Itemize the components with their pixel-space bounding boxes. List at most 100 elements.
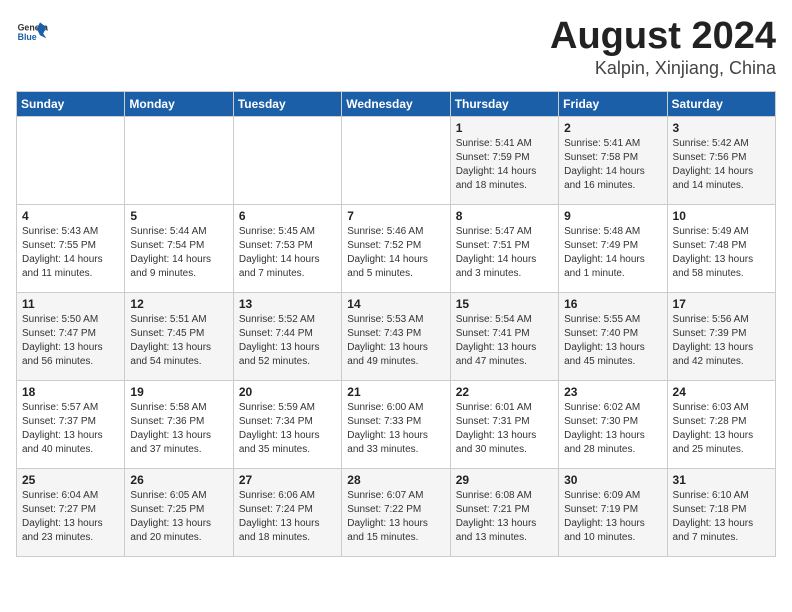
day-cell: 25Sunrise: 6:04 AMSunset: 7:27 PMDayligh… [17, 468, 125, 556]
day-number: 15 [456, 297, 553, 311]
day-cell: 12 Sunrise: 5:51 AMSunset: 7:45 PMDayligh… [125, 292, 233, 380]
day-number: 8 [456, 209, 553, 223]
day-cell: 22 Sunrise: 6:01 AMSunset: 7:31 PMDayligh… [450, 380, 558, 468]
day-info: Sunrise: 6:02 AMSunset: 7:30 PMDaylight:… [564, 401, 661, 457]
day-cell: 29 Sunrise: 6:08 AMSunset: 7:21 PMDayligh… [450, 468, 558, 556]
day-cell: 16 Sunrise: 5:55 AMSunset: 7:40 PMDayligh… [559, 292, 667, 380]
day-info: Sunrise: 5:57 AMSunset: 7:37 PMDaylight:… [22, 401, 119, 457]
day-number: 26 [130, 473, 227, 487]
day-cell: 31 Sunrise: 6:10 AMSunset: 7:18 PMDayligh… [667, 468, 775, 556]
day-number: 4 [22, 209, 119, 223]
day-info: Sunrise: 5:51 AMSunset: 7:45 PMDaylight:… [130, 313, 227, 369]
day-cell: 14 Sunrise: 5:53 AMSunset: 7:43 PMDayligh… [342, 292, 450, 380]
day-number: 30 [564, 473, 661, 487]
day-info: Sunrise: 5:58 AMSunset: 7:36 PMDaylight:… [130, 401, 227, 457]
day-info: Sunrise: 5:48 AMSunset: 7:49 PMDaylight:… [564, 225, 661, 281]
day-number: 3 [673, 121, 770, 135]
day-info: Sunrise: 5:46 AMSunset: 7:52 PMDaylight:… [347, 225, 444, 281]
day-info: Sunrise: 5:53 AMSunset: 7:43 PMDaylight:… [347, 313, 444, 369]
day-info: Sunrise: 6:06 AMSunset: 7:24 PMDaylight:… [239, 489, 336, 545]
day-cell: 30Sunrise: 6:09 AMSunset: 7:19 PMDayligh… [559, 468, 667, 556]
day-info: Sunrise: 5:43 AMSunset: 7:55 PMDaylight:… [22, 225, 119, 281]
day-cell: 11 Sunrise: 5:50 AMSunset: 7:47 PMDayligh… [17, 292, 125, 380]
day-number: 9 [564, 209, 661, 223]
day-cell: 26Sunrise: 6:05 AMSunset: 7:25 PMDayligh… [125, 468, 233, 556]
day-cell [233, 116, 341, 204]
header-tuesday: Tuesday [233, 91, 341, 116]
day-cell: 6 Sunrise: 5:45 AMSunset: 7:53 PMDaylight… [233, 204, 341, 292]
day-number: 20 [239, 385, 336, 399]
day-cell: 7 Sunrise: 5:46 AMSunset: 7:52 PMDaylight… [342, 204, 450, 292]
week-row-4: 18 Sunrise: 5:57 AMSunset: 7:37 PMDayligh… [17, 380, 776, 468]
day-info: Sunrise: 6:03 AMSunset: 7:28 PMDaylight:… [673, 401, 770, 457]
header-thursday: Thursday [450, 91, 558, 116]
page-header: General Blue August 2024 Kalpin, Xinjian… [16, 16, 776, 79]
week-row-2: 4 Sunrise: 5:43 AMSunset: 7:55 PMDaylight… [17, 204, 776, 292]
day-cell: 20 Sunrise: 5:59 AMSunset: 7:34 PMDayligh… [233, 380, 341, 468]
day-number: 14 [347, 297, 444, 311]
day-cell: 2Sunrise: 5:41 AMSunset: 7:58 PMDaylight… [559, 116, 667, 204]
day-cell: 24Sunrise: 6:03 AMSunset: 7:28 PMDayligh… [667, 380, 775, 468]
day-info: Sunrise: 5:59 AMSunset: 7:34 PMDaylight:… [239, 401, 336, 457]
calendar-header-row: SundayMondayTuesdayWednesdayThursdayFrid… [17, 91, 776, 116]
header-wednesday: Wednesday [342, 91, 450, 116]
week-row-1: 1Sunrise: 5:41 AMSunset: 7:59 PMDaylight… [17, 116, 776, 204]
svg-text:Blue: Blue [18, 32, 37, 42]
day-info: Sunrise: 6:10 AMSunset: 7:18 PMDaylight:… [673, 489, 770, 545]
header-saturday: Saturday [667, 91, 775, 116]
day-number: 1 [456, 121, 553, 135]
day-cell: 5 Sunrise: 5:44 AMSunset: 7:54 PMDaylight… [125, 204, 233, 292]
calendar-table: SundayMondayTuesdayWednesdayThursdayFrid… [16, 91, 776, 557]
day-cell [125, 116, 233, 204]
day-cell: 3 Sunrise: 5:42 AMSunset: 7:56 PMDaylight… [667, 116, 775, 204]
day-number: 29 [456, 473, 553, 487]
day-info: Sunrise: 6:00 AMSunset: 7:33 PMDaylight:… [347, 401, 444, 457]
day-number: 11 [22, 297, 119, 311]
title-block: August 2024 Kalpin, Xinjiang, China [550, 16, 776, 79]
day-number: 27 [239, 473, 336, 487]
week-row-5: 25Sunrise: 6:04 AMSunset: 7:27 PMDayligh… [17, 468, 776, 556]
header-sunday: Sunday [17, 91, 125, 116]
day-info: Sunrise: 5:52 AMSunset: 7:44 PMDaylight:… [239, 313, 336, 369]
day-info: Sunrise: 5:44 AMSunset: 7:54 PMDaylight:… [130, 225, 227, 281]
day-number: 2 [564, 121, 661, 135]
day-number: 17 [673, 297, 770, 311]
day-info: Sunrise: 6:01 AMSunset: 7:31 PMDaylight:… [456, 401, 553, 457]
day-number: 6 [239, 209, 336, 223]
day-info: Sunrise: 6:04 AMSunset: 7:27 PMDaylight:… [22, 489, 119, 545]
day-info: Sunrise: 6:07 AMSunset: 7:22 PMDaylight:… [347, 489, 444, 545]
day-cell: 9 Sunrise: 5:48 AMSunset: 7:49 PMDaylight… [559, 204, 667, 292]
day-cell: 1Sunrise: 5:41 AMSunset: 7:59 PMDaylight… [450, 116, 558, 204]
day-number: 16 [564, 297, 661, 311]
day-number: 31 [673, 473, 770, 487]
day-number: 10 [673, 209, 770, 223]
day-cell: 10 Sunrise: 5:49 AMSunset: 7:48 PMDayligh… [667, 204, 775, 292]
logo-icon: General Blue [16, 16, 48, 48]
day-cell: 8 Sunrise: 5:47 AMSunset: 7:51 PMDaylight… [450, 204, 558, 292]
header-friday: Friday [559, 91, 667, 116]
day-number: 19 [130, 385, 227, 399]
day-info: Sunrise: 5:49 AMSunset: 7:48 PMDaylight:… [673, 225, 770, 281]
week-row-3: 11 Sunrise: 5:50 AMSunset: 7:47 PMDayligh… [17, 292, 776, 380]
day-number: 23 [564, 385, 661, 399]
day-number: 22 [456, 385, 553, 399]
day-cell: 21Sunrise: 6:00 AMSunset: 7:33 PMDayligh… [342, 380, 450, 468]
day-info: Sunrise: 5:55 AMSunset: 7:40 PMDaylight:… [564, 313, 661, 369]
day-cell: 27 Sunrise: 6:06 AMSunset: 7:24 PMDayligh… [233, 468, 341, 556]
day-cell: 15Sunrise: 5:54 AMSunset: 7:41 PMDayligh… [450, 292, 558, 380]
day-info: Sunrise: 5:56 AMSunset: 7:39 PMDaylight:… [673, 313, 770, 369]
day-cell: 17 Sunrise: 5:56 AMSunset: 7:39 PMDayligh… [667, 292, 775, 380]
day-number: 7 [347, 209, 444, 223]
day-cell: 4 Sunrise: 5:43 AMSunset: 7:55 PMDaylight… [17, 204, 125, 292]
day-info: Sunrise: 6:08 AMSunset: 7:21 PMDaylight:… [456, 489, 553, 545]
day-number: 12 [130, 297, 227, 311]
day-info: Sunrise: 5:47 AMSunset: 7:51 PMDaylight:… [456, 225, 553, 281]
day-number: 5 [130, 209, 227, 223]
page-subtitle: Kalpin, Xinjiang, China [550, 58, 776, 79]
day-info: Sunrise: 5:50 AMSunset: 7:47 PMDaylight:… [22, 313, 119, 369]
day-info: Sunrise: 5:42 AMSunset: 7:56 PMDaylight:… [673, 137, 770, 193]
day-info: Sunrise: 5:45 AMSunset: 7:53 PMDaylight:… [239, 225, 336, 281]
header-monday: Monday [125, 91, 233, 116]
day-number: 18 [22, 385, 119, 399]
day-cell: 19 Sunrise: 5:58 AMSunset: 7:36 PMDayligh… [125, 380, 233, 468]
